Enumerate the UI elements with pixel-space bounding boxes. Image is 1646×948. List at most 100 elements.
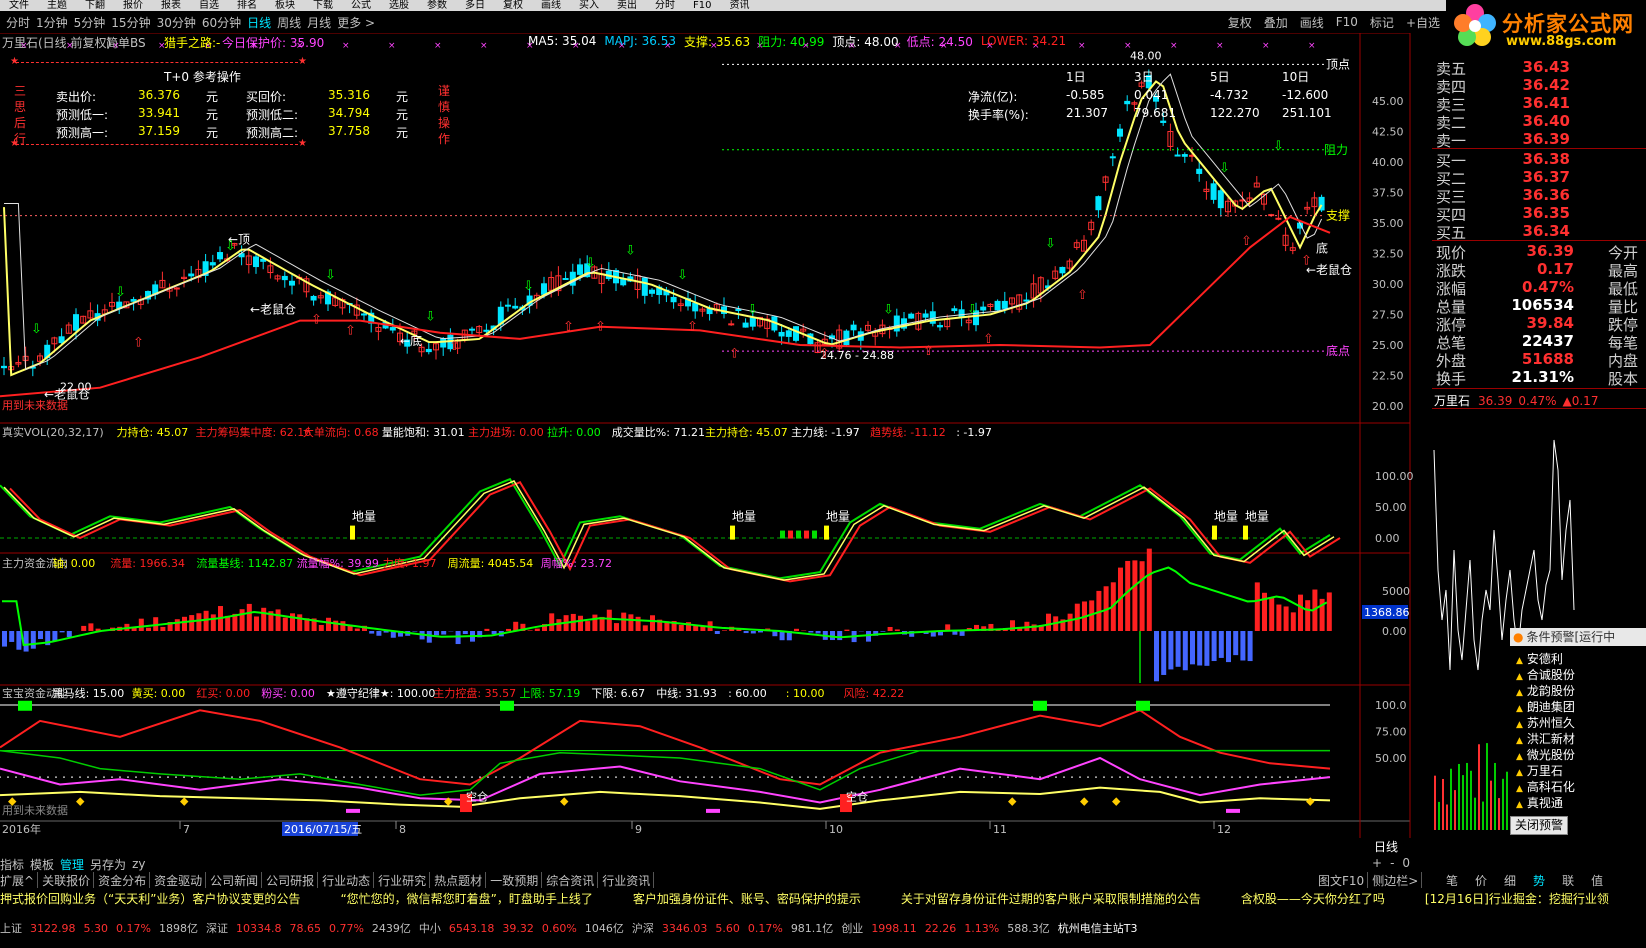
- period-tab[interactable]: 30分钟: [157, 14, 196, 31]
- tool-button[interactable]: 复权: [1228, 14, 1252, 31]
- info-tab[interactable]: 行业动态: [322, 871, 375, 889]
- period-tab[interactable]: 1分钟: [36, 14, 68, 31]
- empty-position-label: 空仓: [466, 789, 488, 803]
- tool-button[interactable]: F10: [1336, 15, 1358, 29]
- period-tab[interactable]: 15分钟: [111, 14, 150, 31]
- alert-item[interactable]: ▲ 朗迪集团: [1516, 698, 1575, 715]
- info-tab[interactable]: 一致预期: [490, 871, 543, 889]
- menu-item[interactable]: 参数: [427, 0, 447, 11]
- order-book-row[interactable]: 卖一 36.39: [1432, 130, 1646, 150]
- indicator-tab[interactable]: zy: [132, 857, 145, 871]
- period-tab[interactable]: 月线: [307, 14, 331, 31]
- flow-bar: [484, 628, 490, 631]
- menu-item[interactable]: 排名: [237, 0, 257, 11]
- menu-item[interactable]: 板块: [275, 0, 295, 11]
- menu-item[interactable]: 报表: [161, 0, 181, 11]
- period-tab[interactable]: 日线: [247, 14, 271, 31]
- menu-item[interactable]: 买入: [579, 0, 599, 11]
- news-item[interactable]: 含权股——今天你分红了吗: [1241, 890, 1385, 907]
- flow-bar: [606, 609, 612, 631]
- order-book-row[interactable]: 买二 36.37: [1432, 168, 1646, 188]
- order-book-row[interactable]: 买五 36.34: [1432, 222, 1646, 242]
- alert-item[interactable]: ▲ 龙韵股份: [1516, 682, 1575, 699]
- info-tab[interactable]: 关联报价: [42, 871, 95, 889]
- info-tab[interactable]: 公司新闻: [210, 871, 263, 889]
- menu-item[interactable]: F10: [693, 0, 711, 11]
- period-tab[interactable]: 5分钟: [74, 14, 106, 31]
- order-book-row[interactable]: 卖三 36.41: [1432, 94, 1646, 114]
- info-tab[interactable]: 综合资讯: [546, 871, 599, 889]
- indicator-tab[interactable]: 模板: [30, 856, 54, 873]
- order-book-row[interactable]: 买三 36.36: [1432, 186, 1646, 206]
- info-tab[interactable]: 公司研报: [266, 871, 319, 889]
- menu-item[interactable]: 多日: [465, 0, 485, 11]
- quote-tab[interactable]: 值: [1591, 872, 1606, 889]
- order-price: 36.42: [1522, 76, 1570, 94]
- close-alert-button[interactable]: 关闭预警: [1510, 816, 1568, 835]
- zoom-button[interactable]: -: [1390, 856, 1394, 870]
- tool-button[interactable]: 标记: [1370, 14, 1394, 31]
- info-tab[interactable]: 行业研究: [378, 871, 431, 889]
- period-tab[interactable]: 周线: [277, 14, 301, 31]
- tool-button[interactable]: 画线: [1300, 14, 1324, 31]
- alert-item[interactable]: ▲ 洪汇新材: [1516, 730, 1575, 747]
- indicator-tab[interactable]: 另存为: [90, 856, 126, 873]
- quote-tab[interactable]: 价: [1475, 872, 1490, 889]
- news-item[interactable]: “您忙您的，微信帮您盯着盘”，盯盘助手上线了: [340, 890, 592, 907]
- alert-item[interactable]: ▲ 高科石化: [1516, 778, 1575, 795]
- menu-item[interactable]: 卖出: [617, 0, 637, 11]
- alert-item[interactable]: ▲ 万里石: [1516, 762, 1563, 779]
- flow-col-header: 3日: [1134, 70, 1154, 84]
- quote-tab[interactable]: 势: [1533, 872, 1548, 889]
- info-tab[interactable]: 扩展^: [0, 871, 39, 889]
- menu-item[interactable]: 画线: [541, 0, 561, 11]
- indicator-tab[interactable]: 指标: [0, 856, 24, 873]
- order-book-row[interactable]: 买一 36.38: [1432, 150, 1646, 170]
- alert-item[interactable]: ▲ 真视通: [1516, 794, 1563, 811]
- menu-item[interactable]: 复权: [503, 0, 523, 11]
- news-item[interactable]: 关于对留存身份证件过期的客户账户采取限制措施的公告: [901, 890, 1201, 907]
- indicator-tab[interactable]: 管理: [60, 856, 84, 873]
- flow-bar: [59, 631, 65, 633]
- alert-item[interactable]: ▲ 微光股份: [1516, 746, 1575, 763]
- info-tab[interactable]: 资金驱动: [154, 871, 207, 889]
- candle-body: [1059, 266, 1066, 274]
- menu-item[interactable]: 报价: [123, 0, 143, 11]
- menu-item[interactable]: 资讯: [729, 0, 749, 11]
- period-tab[interactable]: 分时: [6, 14, 30, 31]
- order-book-row[interactable]: 卖四 36.42: [1432, 76, 1646, 96]
- kline-chart[interactable]: 45.00 42.50 40.00 37.50 35.00 32.50 30.00 27.50…: [0, 33, 1432, 856]
- info-tab[interactable]: 行业资讯: [602, 871, 655, 889]
- menu-item[interactable]: 下翻: [85, 0, 105, 11]
- menu-item[interactable]: 下载: [313, 0, 333, 11]
- alert-header[interactable]: ● 条件预警[运行中: [1510, 628, 1646, 646]
- tool-button[interactable]: 叠加: [1264, 14, 1288, 31]
- order-book-row[interactable]: 卖五 36.43: [1432, 58, 1646, 78]
- quote-tab[interactable]: 联: [1562, 872, 1577, 889]
- alert-item[interactable]: ▲ 安德利: [1516, 650, 1563, 667]
- info-tab[interactable]: 侧边栏>: [1372, 872, 1423, 889]
- menu-item[interactable]: 选股: [389, 0, 409, 11]
- order-book-row[interactable]: 买四 36.35: [1432, 204, 1646, 224]
- menu-item[interactable]: 文件: [9, 0, 29, 11]
- news-item[interactable]: 押式报价回购业务（“天天利”业务）客户协议变更的公告: [0, 890, 300, 907]
- alert-item[interactable]: ▲ 合诚股份: [1516, 666, 1575, 683]
- order-book-row[interactable]: 卖二 36.40: [1432, 112, 1646, 132]
- menu-item[interactable]: 公式: [351, 0, 371, 11]
- menu-item[interactable]: 分时: [655, 0, 675, 11]
- info-tab[interactable]: 图文F10: [1318, 872, 1369, 889]
- menu-item[interactable]: 自选: [199, 0, 219, 11]
- info-tab[interactable]: 热点题材: [434, 871, 487, 889]
- period-tab[interactable]: 60分钟: [202, 14, 241, 31]
- menu-item[interactable]: 主题: [47, 0, 67, 11]
- quote-tab[interactable]: 细: [1504, 872, 1519, 889]
- info-tab[interactable]: 资金分布: [98, 871, 151, 889]
- zoom-button[interactable]: 0: [1402, 856, 1410, 870]
- period-tab[interactable]: 更多 >: [337, 14, 375, 31]
- tool-button[interactable]: +自选: [1406, 14, 1440, 31]
- zoom-button[interactable]: +: [1372, 856, 1382, 870]
- quote-tab[interactable]: 笔: [1446, 872, 1461, 889]
- news-item[interactable]: [12月16日]行业掘金：挖掘行业领: [1425, 890, 1609, 907]
- news-item[interactable]: 客户加强身份证件、账号、密码保护的提示: [633, 890, 861, 907]
- alert-item[interactable]: ▲ 苏州恒久: [1516, 714, 1575, 731]
